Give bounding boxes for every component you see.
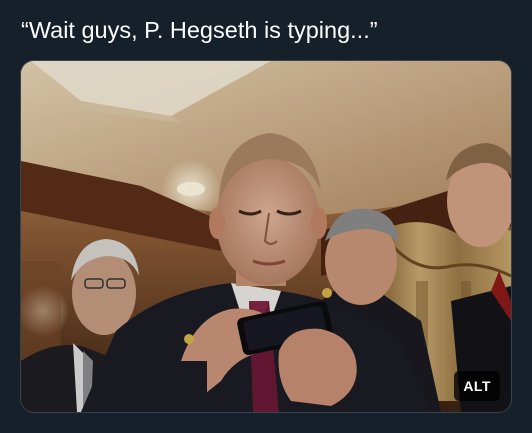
alt-text-badge[interactable]: ALT (454, 371, 500, 401)
post-image[interactable]: ALT (20, 60, 512, 413)
tweet-post: “Wait guys, P. Hegseth is typing...” ALT (0, 0, 532, 433)
photo-illustration (21, 61, 511, 412)
post-text: “Wait guys, P. Hegseth is typing...” (21, 17, 378, 43)
